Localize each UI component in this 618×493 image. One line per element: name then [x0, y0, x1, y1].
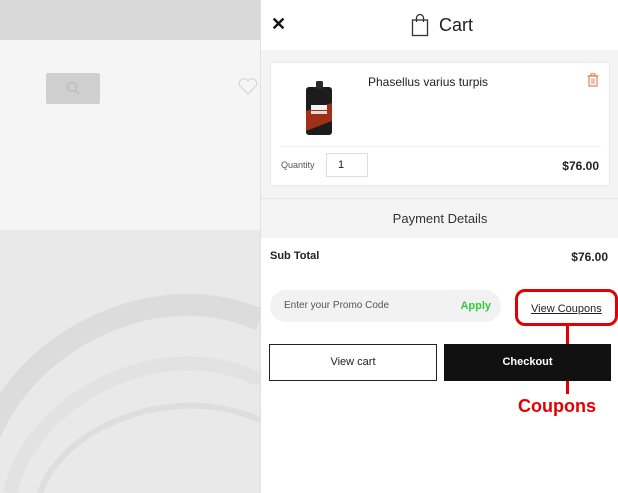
drawer-header: Cart [411, 12, 473, 38]
backdrop-header [0, 40, 260, 230]
cart-item: Phasellus varius turpis Quantity 1 $76.0… [270, 62, 610, 186]
annotation-label: Coupons [518, 396, 596, 416]
quantity-input[interactable]: 1 [326, 153, 368, 177]
subtotal-label: Sub Total [270, 250, 320, 262]
quantity-label: Quantity [281, 160, 315, 170]
backdrop-topbar [0, 0, 260, 40]
trash-icon[interactable] [587, 73, 599, 87]
product-thumbnail[interactable] [304, 81, 334, 137]
close-icon: ✕ [271, 14, 287, 34]
heart-icon [238, 78, 258, 95]
shopping-bag-icon [411, 13, 429, 37]
subtotal-value: $76.00 [571, 250, 608, 264]
cart-items-area: Phasellus varius turpis Quantity 1 $76.0… [261, 50, 618, 198]
backdrop-hero-image [0, 230, 260, 493]
backdrop-search-button [46, 73, 100, 104]
product-name[interactable]: Phasellus varius turpis [368, 75, 488, 89]
apply-button[interactable]: Apply [460, 290, 491, 322]
drawer-title: Cart [439, 14, 474, 35]
cart-drawer: ✕ Cart Phasellus varius turpis Quantity … [260, 0, 618, 493]
item-price: $76.00 [562, 159, 599, 173]
divider [280, 146, 601, 147]
payment-details-header: Payment Details [261, 198, 618, 238]
search-icon [66, 81, 80, 95]
promo-code-field: Apply [270, 290, 501, 322]
page-backdrop[interactable] [0, 0, 260, 493]
view-cart-button[interactable]: View cart [269, 344, 437, 381]
close-button[interactable]: ✕ [271, 14, 287, 34]
checkout-button[interactable]: Checkout [444, 344, 611, 381]
headphones-image [0, 293, 260, 493]
annotation-highlight-box [515, 289, 618, 326]
promo-code-input[interactable] [284, 290, 444, 322]
